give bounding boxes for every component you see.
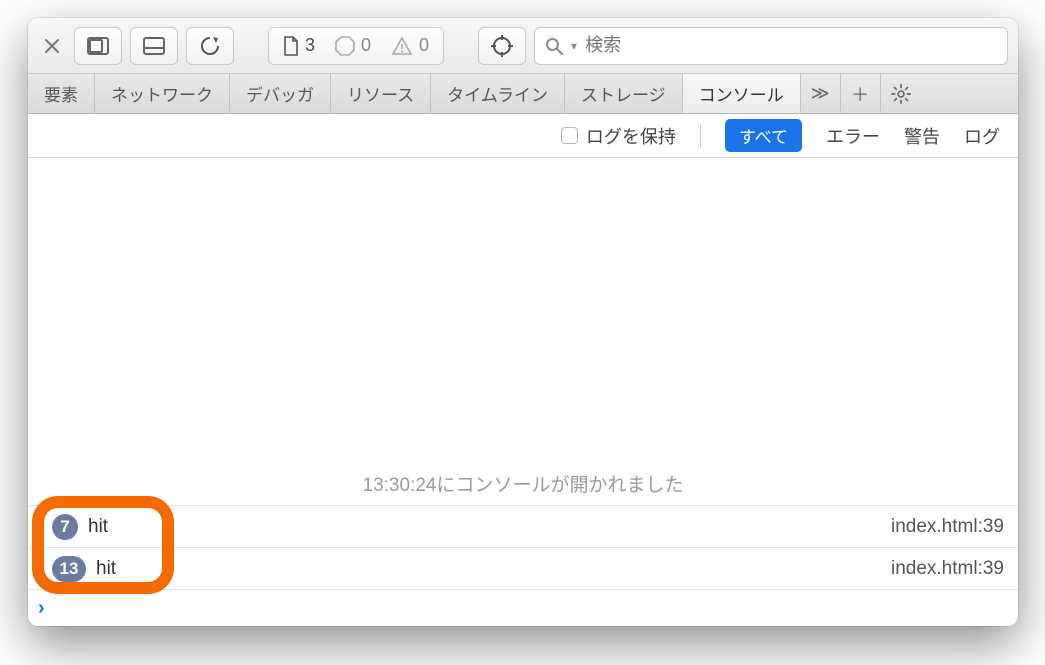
resource-counter[interactable]: 3 xyxy=(283,35,315,56)
search-input[interactable] xyxy=(585,35,997,56)
chevron-down-icon: ▾ xyxy=(571,39,577,53)
console-filter-bar: ログを保持 すべて エラー 警告 ログ xyxy=(28,114,1018,158)
crosshair-icon xyxy=(490,34,514,58)
divider xyxy=(700,124,701,148)
preserve-log-label: ログを保持 xyxy=(586,123,676,149)
tabs-overflow-button[interactable]: ≫ xyxy=(801,74,841,113)
reload-button[interactable] xyxy=(186,27,234,65)
log-row[interactable]: ⋮⋮ 13 hit index.html:39 xyxy=(28,548,1018,590)
tabs-add-button[interactable]: ＋ xyxy=(841,74,881,113)
checkbox-box[interactable] xyxy=(561,127,578,144)
repeat-count-badge: 13 xyxy=(52,556,86,582)
tab-elements[interactable]: 要素 xyxy=(28,74,95,113)
search-field[interactable]: ▾ xyxy=(534,27,1008,65)
settings-button[interactable] xyxy=(881,74,921,113)
close-button[interactable] xyxy=(38,37,66,55)
tab-console[interactable]: コンソール xyxy=(683,74,801,113)
log-row[interactable]: ⋮⋮ 7 hit index.html:39 xyxy=(28,506,1018,548)
status-counters[interactable]: 3 0 0 xyxy=(268,27,444,65)
log-text: hit xyxy=(96,558,116,580)
filter-errors[interactable]: エラー xyxy=(826,123,880,149)
element-inspect-button[interactable] xyxy=(478,27,526,65)
tab-debugger[interactable]: デバッガ xyxy=(230,74,331,113)
console-body: 13:30:24にコンソールが開かれました ⋮⋮ 7 hit index.htm… xyxy=(28,158,1018,626)
source-link[interactable]: index.html:39 xyxy=(891,516,1004,538)
chevron-right-icon: › xyxy=(38,597,45,620)
filter-warnings[interactable]: 警告 xyxy=(904,123,940,149)
filter-logs[interactable]: ログ xyxy=(964,123,1000,149)
triangle-warning-icon xyxy=(391,36,413,56)
resource-count-value: 3 xyxy=(305,35,315,56)
error-count-value: 0 xyxy=(361,35,371,56)
tab-network[interactable]: ネットワーク xyxy=(95,74,230,113)
devtools-window: 3 0 0 ▾ 要素 ネットワーク デバッガ リソース タイムライン スト xyxy=(28,18,1018,626)
source-link[interactable]: index.html:39 xyxy=(891,558,1004,580)
repeat-count-badge: 7 xyxy=(52,514,78,540)
octagon-icon xyxy=(335,36,355,56)
console-opened-message: 13:30:24にコンソールが開かれました xyxy=(28,458,1018,506)
warning-count-value: 0 xyxy=(419,35,429,56)
error-counter[interactable]: 0 xyxy=(335,35,371,56)
tabs-row: 要素 ネットワーク デバッガ リソース タイムライン ストレージ コンソール ≫… xyxy=(28,74,1018,114)
console-prompt[interactable]: › xyxy=(28,590,1018,626)
toolbar: 3 0 0 ▾ xyxy=(28,18,1018,74)
document-icon xyxy=(283,36,299,56)
preserve-log-checkbox[interactable]: ログを保持 xyxy=(561,123,676,149)
log-text: hit xyxy=(88,516,108,538)
dock-side-button[interactable] xyxy=(74,27,122,65)
search-icon xyxy=(545,37,563,55)
dock-bottom-button[interactable] xyxy=(130,27,178,65)
drag-grip-icon: ⋮⋮ xyxy=(36,518,46,535)
tab-resources[interactable]: リソース xyxy=(331,74,431,113)
gear-icon xyxy=(890,83,912,105)
tab-timeline[interactable]: タイムライン xyxy=(431,74,565,113)
warning-counter[interactable]: 0 xyxy=(391,35,429,56)
drag-grip-icon: ⋮⋮ xyxy=(36,560,46,577)
filter-all[interactable]: すべて xyxy=(725,119,802,152)
tab-storage[interactable]: ストレージ xyxy=(565,74,683,113)
